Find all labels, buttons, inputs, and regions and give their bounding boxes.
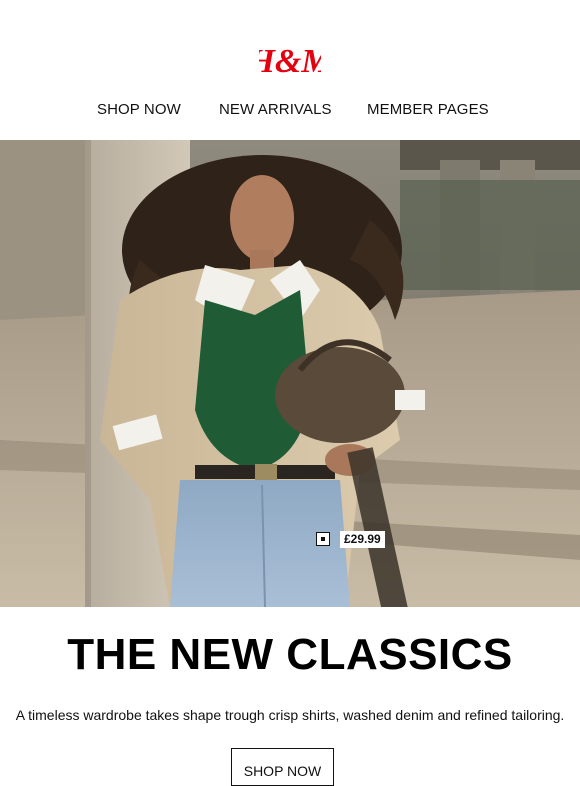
nav-member-pages[interactable]: MEMBER PAGES: [367, 101, 489, 118]
logo-text: H&M: [259, 43, 321, 80]
product-price: £29.99: [340, 530, 385, 548]
hm-logo-mark: H&M: [247, 43, 333, 80]
top-navigation: SHOP NOW NEW ARRIVALS MEMBER PAGES: [0, 101, 580, 121]
shop-now-button[interactable]: SHOP NOW: [231, 748, 334, 786]
nav-new-arrivals[interactable]: NEW ARRIVALS: [219, 101, 332, 118]
hm-logo[interactable]: H&M: [0, 40, 580, 85]
hero-photo: [0, 140, 580, 607]
product-hotspot-icon[interactable]: [316, 532, 330, 546]
campaign-description: A timeless wardrobe takes shape trough c…: [15, 707, 565, 723]
product-price-tag[interactable]: £29.99: [316, 530, 385, 548]
hero-image[interactable]: [0, 140, 580, 607]
nav-shop-now[interactable]: SHOP NOW: [97, 101, 181, 118]
campaign-headline: THE NEW CLASSICS: [67, 630, 513, 679]
